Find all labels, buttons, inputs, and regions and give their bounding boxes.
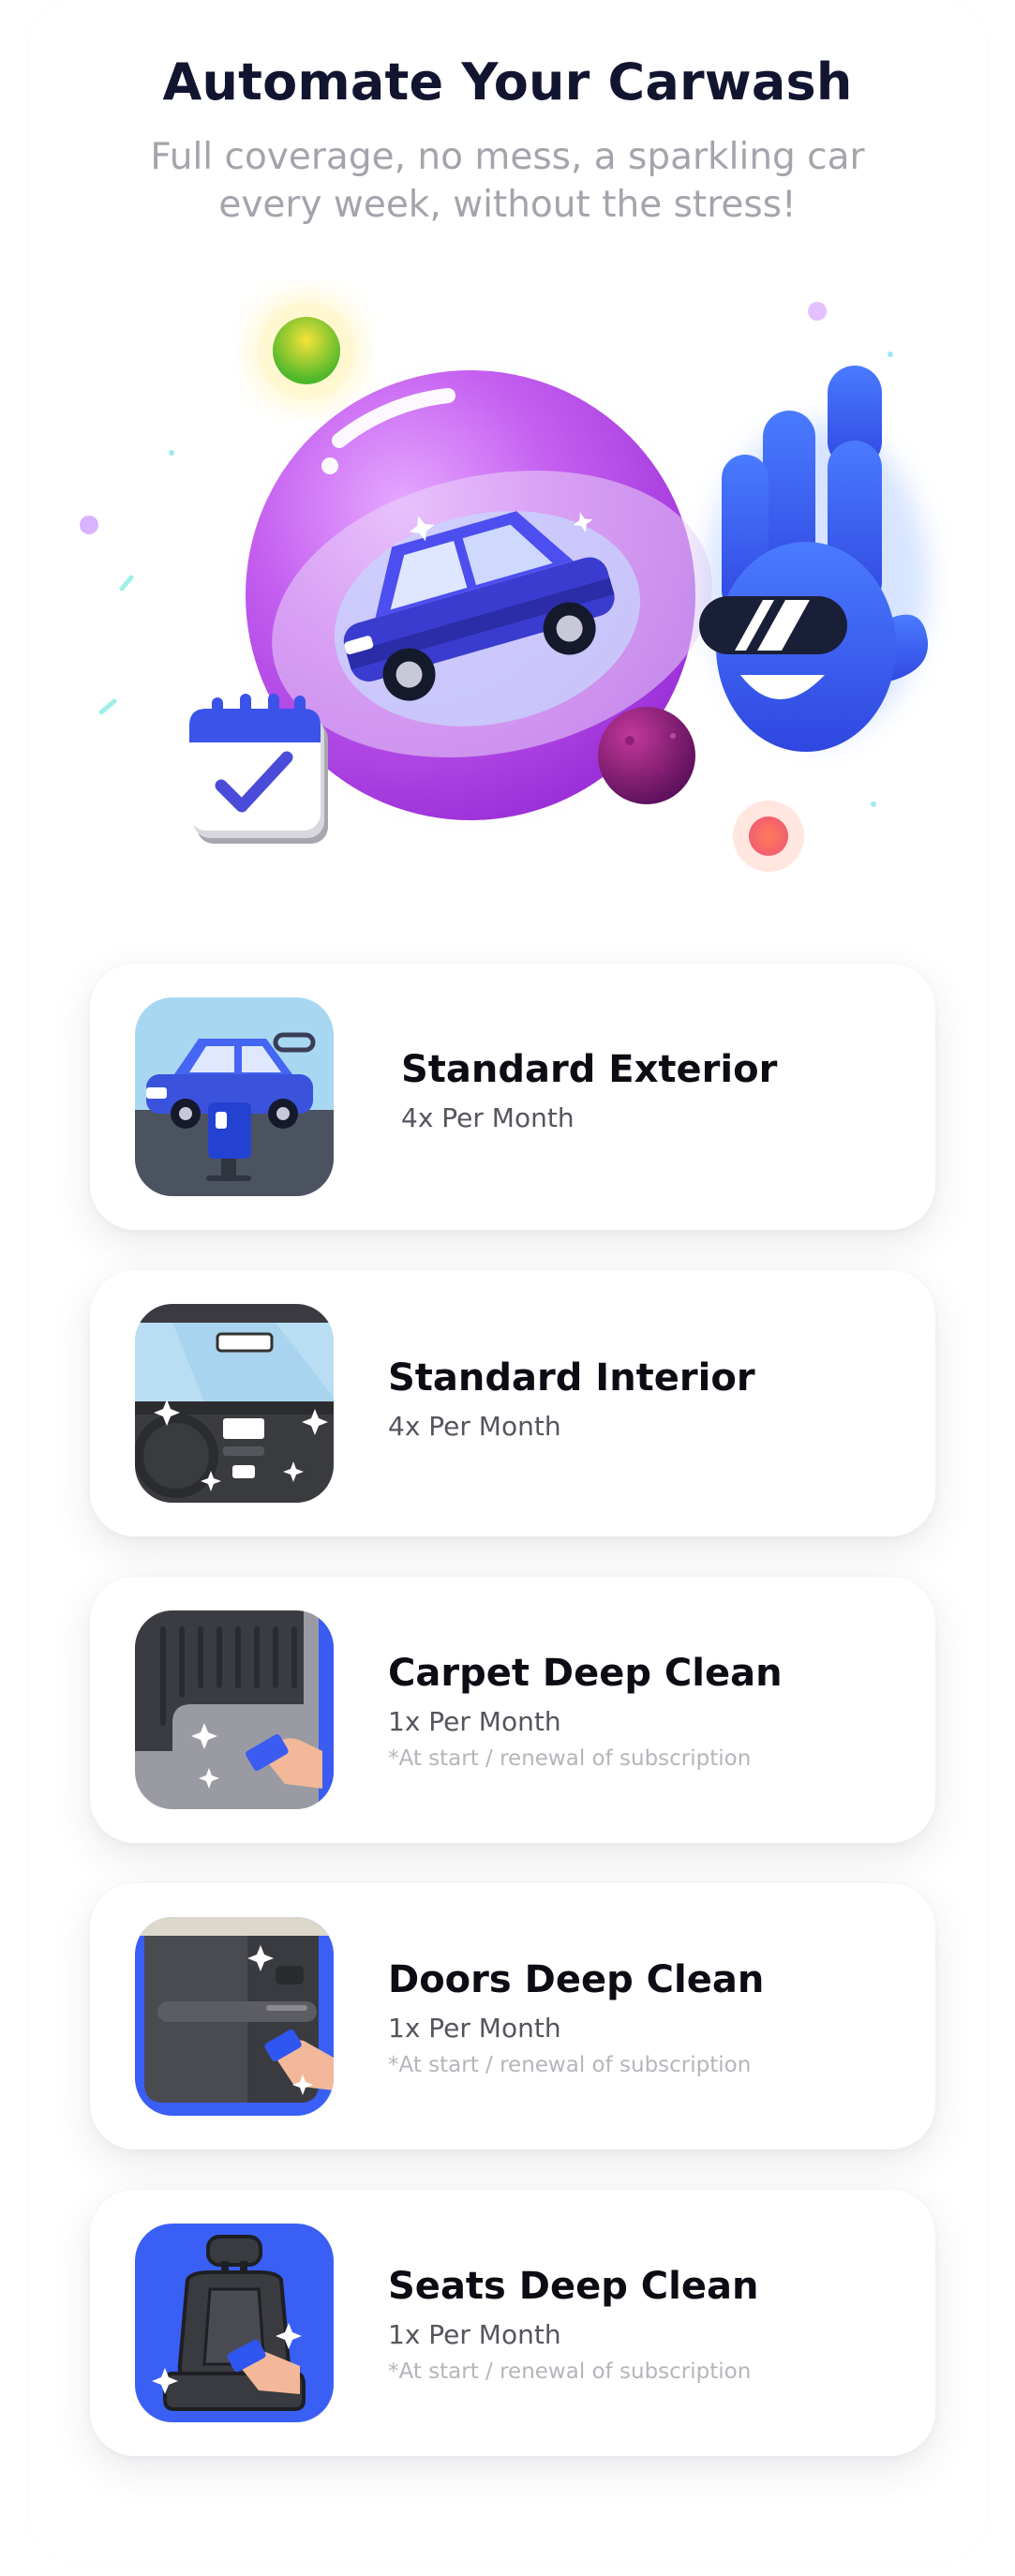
service-text: Doors Deep Clean 1x Per Month *At start … [388,1958,764,2077]
service-note: *At start / renewal of subscription [388,1746,752,1771]
page: Automate Your Carwash Full coverage, no … [0,0,1015,2576]
service-frequency: 4x Per Month [401,1102,575,1133]
service-name: Standard Interior [388,1356,755,1400]
service-note: *At start / renewal of subscription [388,2359,752,2384]
service-text: Standard Interior 4x Per Month [388,1356,755,1442]
service-card-carpet-deep-clean[interactable]: Carpet Deep Clean 1x Per Month *At start… [90,1577,935,1843]
carpet-icon [135,1610,334,1809]
service-text: Seats Deep Clean 1x Per Month *At start … [388,2265,758,2384]
door-icon [135,1917,334,2116]
hero-illustration [0,272,1015,891]
page-title: Automate Your Carwash [162,52,853,112]
service-frequency: 4x Per Month [388,1411,561,1442]
planet-icon [598,707,695,804]
service-frequency: 1x Per Month [388,2013,561,2044]
service-card-seats-deep-clean[interactable]: Seats Deep Clean 1x Per Month *At start … [90,2190,935,2456]
car-interior-icon [135,1304,334,1503]
service-card-standard-exterior[interactable]: Standard Exterior 4x Per Month [90,964,935,1230]
service-name: Standard Exterior [401,1048,778,1091]
service-name: Seats Deep Clean [388,2265,759,2308]
page-subtitle: Full coverage, no mess, a sparkling car … [150,136,865,226]
service-card-standard-interior[interactable]: Standard Interior 4x Per Month [90,1270,935,1536]
car-exterior-icon [135,997,334,1196]
service-note: *At start / renewal of subscription [388,2053,752,2077]
service-name: Carpet Deep Clean [388,1652,783,1695]
service-frequency: 1x Per Month [388,2319,561,2350]
seat-icon [135,2224,334,2422]
service-frequency: 1x Per Month [388,1706,561,1737]
small-orb-icon [733,801,804,872]
service-text: Standard Exterior 4x Per Month [401,1048,777,1133]
service-name: Doors Deep Clean [388,1958,765,2001]
service-text: Carpet Deep Clean 1x Per Month *At start… [388,1652,783,1771]
calendar-icon [189,694,328,844]
mascot-icon [699,366,929,752]
service-card-doors-deep-clean[interactable]: Doors Deep Clean 1x Per Month *At start … [90,1883,935,2149]
